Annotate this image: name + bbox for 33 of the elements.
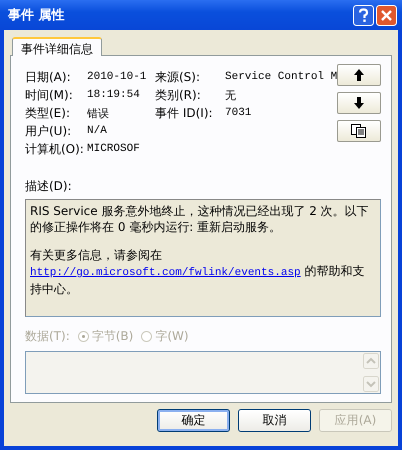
field-label: 计算机(O): xyxy=(25,140,85,158)
data-label: 数据(T): xyxy=(25,328,70,346)
description-text: RIS Service 服务意外地终止，这种情况已经出现了 2 次。以下的修正操作将在 0 毫秒内运行: 重新启动服务。 xyxy=(30,203,370,235)
dialog-button[interactable]: 取消 xyxy=(238,409,311,432)
dialog-button[interactable]: 确定 xyxy=(157,409,230,432)
field-label: 来源(S): xyxy=(155,68,202,86)
copy-icon xyxy=(351,124,368,138)
field-value: Service Control M xyxy=(225,71,338,83)
field-label: 类别(R): xyxy=(155,86,202,104)
field-value: 18:19:54 xyxy=(87,89,141,101)
description-label: 描述(D): xyxy=(25,178,72,195)
close-icon[interactable] xyxy=(376,4,397,26)
description-text: 有关更多信息，请参阅在 http://go.microsoft.com/fwlink/events.asp 的帮助和支持中心。 xyxy=(30,247,366,297)
up-arrow-icon xyxy=(354,69,364,81)
up-button[interactable] xyxy=(337,64,382,86)
field-value: N/A xyxy=(87,125,108,137)
field-label: 类型(E): xyxy=(25,104,71,122)
field-label: 时间(M): xyxy=(25,86,74,104)
field-value: 2010-10-1 xyxy=(87,71,148,83)
field-value: MICROSOF xyxy=(87,143,141,155)
copy-button[interactable] xyxy=(337,120,382,142)
window-title: 事件 属性 xyxy=(8,7,65,24)
field-value: 7031 xyxy=(225,107,252,119)
help-icon[interactable] xyxy=(353,4,374,26)
field-value: 错误 xyxy=(87,107,110,120)
down-button[interactable] xyxy=(337,92,382,114)
help-link[interactable]: http://go.microsoft.com/fwlink/events.asp xyxy=(30,267,301,279)
field-label: 事件 ID(I): xyxy=(155,104,214,122)
field-label: 用户(U): xyxy=(25,122,72,140)
field-label: 日期(A): xyxy=(25,68,72,86)
tab[interactable]: 事件详细信息 xyxy=(12,37,102,56)
field-value: 无 xyxy=(225,90,237,102)
down-arrow-icon xyxy=(354,97,364,109)
